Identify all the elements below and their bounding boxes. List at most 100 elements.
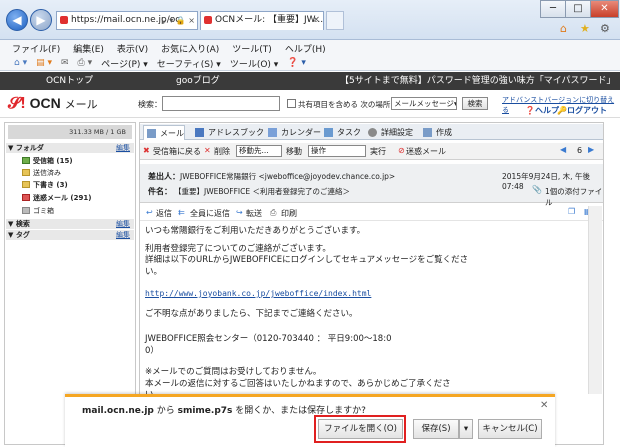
tab-calendar[interactable]: カレンダー — [265, 125, 321, 140]
help-link[interactable]: ❓ヘルプ — [525, 105, 559, 116]
message-index: 6 — [577, 146, 583, 155]
ocn-favicon-icon — [60, 16, 68, 24]
message-body: いつも常陽銀行をご利用いただきありがとうございます。 利用者登録完了についてのご… — [145, 226, 585, 400]
message-header: 差出人： JWEBOFFICE常陽銀行 <jweboffice@joyodev.… — [140, 164, 603, 207]
minimize-button[interactable]: ─ — [540, 0, 566, 18]
back-to-inbox-icon: ✖ — [143, 146, 150, 155]
sent-icon — [22, 169, 30, 176]
print-icon[interactable]: ⎙ ▾ — [78, 58, 93, 68]
attachment-count[interactable]: 1個の添付ファイル — [545, 186, 603, 208]
move-to-select[interactable]: 移動先... — [236, 145, 282, 157]
include-shared-label: 共有項目を含める 次の場所内 — [298, 100, 398, 109]
drafts-icon — [22, 181, 30, 188]
gear-icon[interactable]: ⚙ — [600, 22, 610, 35]
address-controls-icon[interactable]: ♀ ▾ 🔒 × — [161, 12, 195, 29]
ocn-favicon-icon — [204, 16, 212, 24]
delete-button[interactable]: 削除 — [214, 146, 230, 157]
menu-edit[interactable]: 編集(E) — [73, 42, 104, 55]
close-tab-icon[interactable]: × — [312, 12, 320, 29]
logout-link[interactable]: 🔑ログアウト — [557, 105, 607, 116]
print-button[interactable]: 印刷 — [281, 208, 297, 219]
delete-icon: ✕ — [204, 146, 211, 155]
address-bar[interactable]: https://mail.ocn.ne.jp/oc ♀ ▾ 🔒 × — [56, 11, 198, 30]
folder-section-header[interactable]: ▼ フォルダ 編集 — [6, 143, 134, 153]
folder-inbox[interactable]: 受信箱 (15) — [22, 156, 73, 166]
action-bar: ✖ 受信箱に戻る ✕ 削除 移動先... 移動 操作 実行 ⊘ 迷惑メール ◀ … — [140, 143, 603, 160]
cmd-page[interactable]: ページ(P) ▾ — [101, 57, 148, 70]
prev-message-icon[interactable]: ◀ — [560, 145, 566, 154]
search-edit-link[interactable]: 編集 — [116, 219, 130, 229]
help-icon[interactable]: ❓ ▾ — [287, 58, 306, 68]
spam-button[interactable]: 迷惑メール — [406, 146, 446, 157]
ocn-logo-icon: 𝓢! — [8, 95, 26, 112]
home-icon[interactable]: ⌂ — [560, 22, 567, 35]
move-button[interactable]: 移動 — [286, 146, 302, 157]
close-window-button[interactable]: ✕ — [590, 0, 619, 18]
reply-all-button[interactable]: 全員に返信 — [190, 208, 230, 219]
body-contact: ご不明な点がありましたら、下記までご連絡ください。 — [145, 308, 358, 319]
command-bar: ⌂ ▾ ▤ ▾ ✉ ⎙ ▾ ページ(P) ▾ セーフティ(S) ▾ ツール(O)… — [0, 56, 620, 71]
include-shared-checkbox[interactable] — [287, 99, 296, 108]
folder-sent[interactable]: 送信済み — [22, 168, 61, 178]
favorites-star-icon[interactable]: ★ — [580, 22, 590, 35]
tag-section-header[interactable]: ▼ タグ 編集 — [6, 230, 134, 240]
forward-button[interactable]: ▶ — [30, 9, 52, 31]
reply-button[interactable]: 返信 — [156, 208, 172, 219]
menu-tools[interactable]: ツール(T) — [232, 42, 272, 55]
message-scrollbar[interactable] — [588, 206, 602, 394]
goo-blog-link[interactable]: gooブログ — [176, 72, 220, 90]
from-value[interactable]: JWEBOFFICE常陽銀行 <jweboffice@joyodev.chanc… — [180, 171, 395, 182]
new-tab-button[interactable] — [326, 11, 344, 30]
menu-favorites[interactable]: お気に入り(A) — [161, 42, 219, 55]
menu-file[interactable]: ファイル(F) — [12, 42, 60, 55]
cmd-safety[interactable]: セーフティ(S) ▾ — [157, 57, 221, 70]
search-input[interactable] — [162, 96, 280, 111]
download-close-icon[interactable]: ✕ — [540, 400, 548, 411]
save-button[interactable]: 保存(S) — [413, 419, 459, 439]
ad-link[interactable]: 【5サイトまで無料】パスワード管理の強い味方「マイパスワード」 — [340, 72, 616, 90]
reply-bar: ↩ 返信 ⇇ 全員に返信 ↪ 転送 ⎙ 印刷 ❐ ▦ — [140, 206, 603, 221]
tab-mail[interactable]: メール — [143, 125, 185, 140]
back-button[interactable]: ◀ — [6, 9, 28, 31]
tag-edit-link[interactable]: 編集 — [116, 230, 130, 240]
mail-icon — [147, 129, 156, 138]
body-greeting: いつも常陽銀行をご利用いただきありがとうございます。 — [145, 226, 366, 236]
subject-label: 件名： — [148, 187, 172, 196]
menu-help[interactable]: ヘルプ(H) — [285, 42, 326, 55]
menu-view[interactable]: 表示(V) — [117, 42, 148, 55]
ocn-top-link[interactable]: OCNトップ — [46, 72, 93, 90]
search-section-header[interactable]: ▼ 検索 編集 — [6, 219, 134, 229]
tab-addressbook[interactable]: アドレスブック — [192, 125, 264, 140]
search-button[interactable]: 検索 — [462, 97, 488, 110]
trash-icon — [22, 207, 30, 214]
read-mail-icon[interactable]: ✉ — [61, 58, 69, 68]
folder-spam[interactable]: 迷惑メール (291) — [22, 193, 91, 203]
search-scope-select[interactable]: メールメッセージ▾ — [391, 97, 457, 110]
next-message-icon[interactable]: ▶ — [588, 145, 594, 154]
paperclip-icon: 📎 — [532, 185, 542, 194]
cmd-tools[interactable]: ツール(O) ▾ — [230, 57, 279, 70]
home-small-icon[interactable]: ⌂ ▾ — [14, 58, 27, 68]
forward-button[interactable]: 転送 — [246, 208, 262, 219]
folder-edit-link[interactable]: 編集 — [116, 143, 130, 153]
new-window-icon[interactable]: ❐ — [568, 207, 575, 216]
phishing-link[interactable]: http://www.joyobank.co.jp/jweboffice/ind… — [145, 289, 371, 298]
tab-compose[interactable]: 作成 — [420, 125, 460, 140]
body-notice: 利用者登録完了についてのご連絡がございます。 詳細は以下のURLからJWEBOF… — [145, 243, 469, 277]
ocn-mail-logo[interactable]: 𝓢! OCN メール — [8, 95, 98, 113]
cancel-button[interactable]: キャンセル(C) — [478, 419, 542, 439]
maximize-button[interactable]: □ — [565, 0, 591, 18]
menu-bar: ファイル(F) 編集(E) 表示(V) お気に入り(A) ツール(T) ヘルプ(… — [0, 40, 620, 56]
folder-trash[interactable]: ゴミ箱 — [22, 206, 54, 216]
compose-icon — [423, 128, 432, 137]
feeds-icon[interactable]: ▤ ▾ — [36, 58, 52, 68]
execute-button[interactable]: 実行 — [370, 146, 386, 157]
back-to-inbox-button[interactable]: 受信箱に戻る — [153, 146, 201, 157]
from-label: 差出人： — [148, 172, 180, 181]
browser-tab[interactable]: OCNメール: 【重要】JW... × — [200, 11, 324, 30]
tab-tasks[interactable]: タスク — [321, 125, 361, 140]
tab-settings[interactable]: 詳細設定 — [365, 125, 417, 140]
operation-select[interactable]: 操作 — [308, 145, 366, 157]
folder-drafts[interactable]: 下書き (3) — [22, 180, 68, 190]
save-dropdown-icon[interactable]: ▾ — [459, 419, 473, 439]
